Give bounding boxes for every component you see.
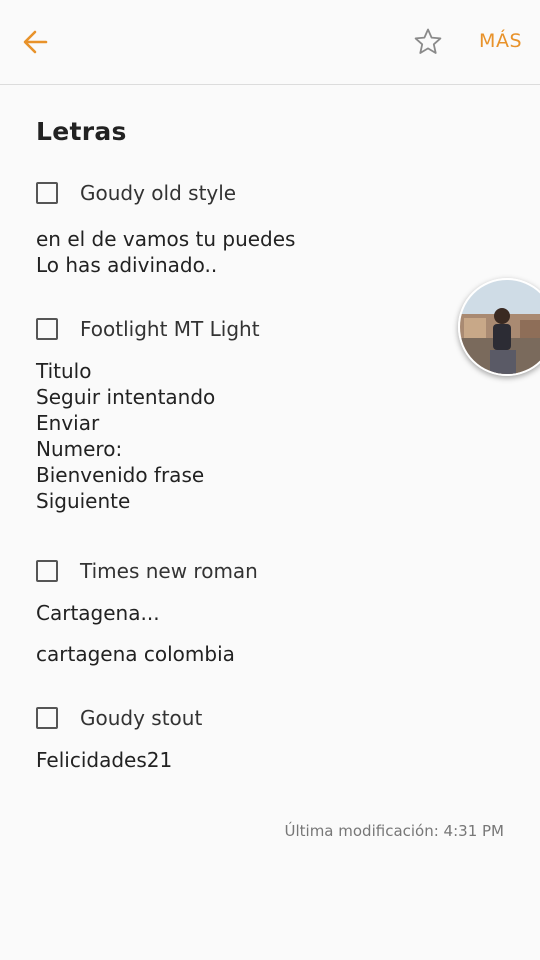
arrow-left-icon [23,30,48,54]
text-line: Titulo [36,359,92,383]
text-block[interactable]: Cartagena... cartagena colombia [36,600,506,667]
text-block[interactable]: Felicidades21 [36,747,506,773]
checklist-item[interactable]: Times new roman [36,554,506,588]
last-modified-timestamp: Última modificación: 4:31 PM [284,822,505,840]
text-line: Enviar [36,411,100,435]
text-line: Siguiente [36,489,131,513]
text-line: en el de vamos tu puedes [36,227,296,251]
more-menu-button[interactable]: MÁS [479,30,522,52]
checklist-item-label[interactable]: Footlight MT Light [80,317,260,341]
checklist-item-label[interactable]: Goudy old style [80,181,236,205]
checkbox[interactable] [36,707,58,729]
text-line: cartagena colombia [36,642,235,666]
checklist-item-label[interactable]: Times new roman [80,559,258,583]
checklist-item[interactable]: Goudy stout [36,701,506,735]
checkbox[interactable] [36,560,58,582]
checklist-item[interactable]: Footlight MT Light [36,312,506,346]
text-block[interactable]: en el de vamos tu puedes Lo has adivinad… [36,226,506,278]
text-line: Lo has adivinado.. [36,253,218,277]
note-title[interactable]: Letras [36,110,506,154]
top-app-bar: MÁS [0,0,540,85]
checkbox[interactable] [36,318,58,340]
back-button[interactable] [18,24,54,60]
favorite-button[interactable] [412,26,444,58]
text-line: Seguir intentando [36,385,216,409]
note-content[interactable]: Letras Goudy old style en el de vamos tu… [36,110,506,773]
checklist-item[interactable]: Goudy old style [36,176,506,210]
avatar-photo-icon [460,280,540,374]
text-line: Bienvenido frase [36,463,205,487]
text-line: Felicidades21 [36,748,173,772]
text-line: Cartagena... [36,601,160,625]
text-block[interactable]: Titulo Seguir intentando Enviar Numero: … [36,358,506,514]
checklist-item-label[interactable]: Goudy stout [80,706,202,730]
star-outline-icon [414,28,442,54]
text-line: Numero: [36,437,123,461]
checkbox[interactable] [36,182,58,204]
